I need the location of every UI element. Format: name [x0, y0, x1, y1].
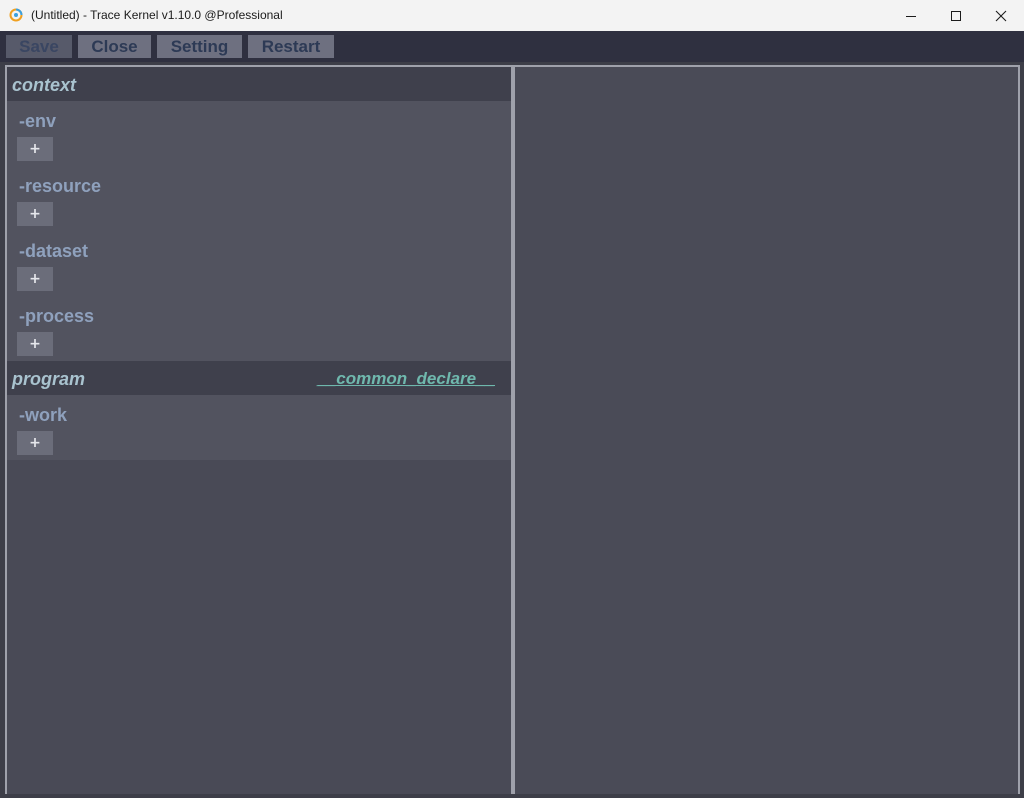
save-button[interactable]: Save: [6, 35, 72, 58]
setting-button[interactable]: Setting: [157, 35, 242, 58]
maximize-icon: [951, 10, 961, 21]
restart-button[interactable]: Restart: [248, 35, 334, 58]
common-declare-link[interactable]: __common_declare__: [317, 369, 495, 389]
window-close-button[interactable]: [978, 0, 1024, 31]
app-logo-icon: [9, 8, 23, 22]
close-icon: [995, 10, 1007, 21]
app-window: (Untitled) - Trace Kernel v1.10.0 @Profe…: [0, 0, 1024, 798]
process-label: -process: [19, 306, 95, 326]
title-bar: (Untitled) - Trace Kernel v1.10.0 @Profe…: [0, 0, 1024, 31]
add-process-button[interactable]: +: [17, 332, 53, 356]
minimize-button[interactable]: [888, 0, 934, 31]
env-label: -env: [19, 111, 57, 131]
context-section-body: -env + -resource + -dataset + -process +: [7, 101, 511, 361]
close-button[interactable]: Close: [78, 35, 151, 58]
program-title: program: [12, 369, 86, 389]
right-pane: [515, 67, 1018, 794]
work-label: -work: [19, 405, 68, 425]
add-dataset-button[interactable]: +: [17, 267, 53, 291]
add-resource-button[interactable]: +: [17, 202, 53, 226]
program-section-body: -work +: [7, 395, 511, 460]
context-section-header: context: [7, 67, 511, 101]
window-title: (Untitled) - Trace Kernel v1.10.0 @Profe…: [31, 8, 283, 22]
add-env-button[interactable]: +: [17, 137, 53, 161]
program-section-header: program __common_declare__: [7, 361, 511, 395]
resource-label: -resource: [19, 176, 102, 196]
maximize-button[interactable]: [933, 0, 979, 31]
context-title: context: [12, 75, 77, 95]
dataset-label: -dataset: [19, 241, 89, 261]
toolbar: Save Close Setting Restart: [0, 31, 1024, 62]
add-work-button[interactable]: +: [17, 431, 53, 455]
minimize-icon: [906, 15, 916, 17]
